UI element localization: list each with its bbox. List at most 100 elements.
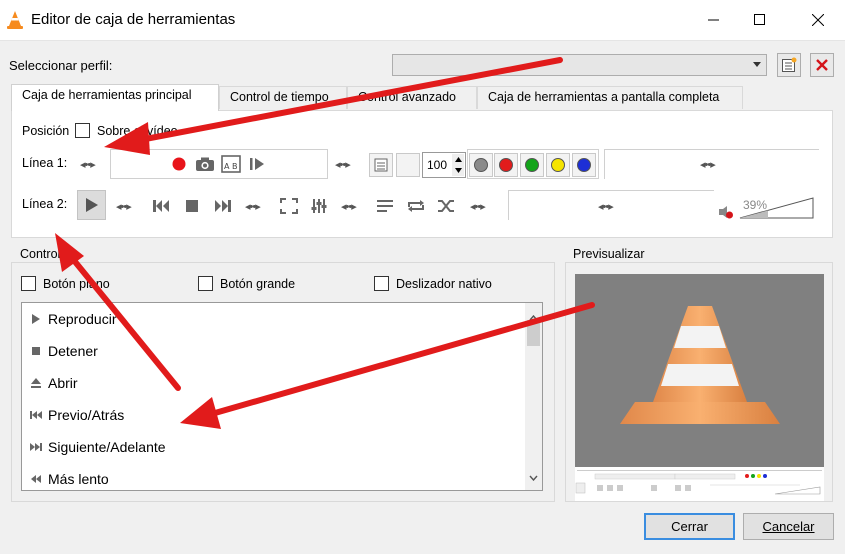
list-item[interactable]: Más lento [22,463,542,490]
next-icon [215,200,231,212]
vlc-cone-icon [620,306,780,424]
previous-button[interactable] [150,195,172,217]
green-dot-icon [525,158,539,172]
profile-label: Seleccionar perfil: [9,58,113,73]
list-item[interactable]: Detener [22,335,542,367]
line2-label: Línea 2: [22,197,68,211]
next-button[interactable] [212,195,234,217]
next-icon [22,442,48,452]
playlist-button[interactable] [374,195,396,217]
frame-step-icon [250,158,264,170]
frame-by-frame-button[interactable] [246,153,268,175]
record-button[interactable] [168,153,190,175]
preview-controls-bar [575,467,824,501]
slower-icon [22,474,48,484]
profile-list-icon [782,57,797,72]
spacer-icon: ◂••▸ [245,201,261,213]
list-item[interactable]: Abrir [22,367,542,399]
line1-label: Línea 1: [22,156,68,170]
position-label: Posición [22,124,70,138]
red-button[interactable] [494,153,518,177]
green-button[interactable] [520,153,544,177]
shuffle-button[interactable] [436,195,458,217]
spacer-icon: ◂••▸ [598,201,614,213]
controls-list[interactable]: Reproducir Detener Abrir Previo/Atrás Si… [21,302,543,491]
tab-time-control[interactable]: Control de tiempo [219,86,347,109]
loop-icon [408,200,424,212]
flat-button-checkbox[interactable] [21,276,36,291]
chevron-down-icon [753,62,761,67]
spacer-icon: ◂••▸ [80,159,96,171]
over-video-label: Sobre el vídeo [97,124,178,138]
flat-button-label: Botón plano [43,277,110,291]
grey-button[interactable] [469,153,493,177]
ab-loop-icon: A B [221,155,241,173]
equalizer-icon [311,199,327,213]
shuffle-icon [438,200,454,212]
native-slider-checkbox[interactable] [374,276,389,291]
yellow-dot-icon [551,158,565,172]
list-icon [377,200,393,212]
spacer-icon: ◂••▸ [700,159,716,171]
spin-up-icon[interactable] [452,154,464,165]
blank-button[interactable] [396,153,420,177]
controls-title: Controles [17,247,77,261]
preview-title: Previsualizar [570,247,648,261]
loop-button[interactable] [405,195,427,217]
grey-dot-icon [474,158,488,172]
native-slider-label: Deslizador nativo [396,277,492,291]
line1-toolbar-left [110,149,328,179]
new-profile-button[interactable] [777,53,801,77]
yellow-button[interactable] [546,153,570,177]
spacer-icon: ◂••▸ [341,201,357,213]
record-icon [172,157,186,171]
vlc-cone-icon [6,10,24,33]
delete-x-icon [816,59,828,71]
close-window-button[interactable] [795,0,841,40]
playlist-toggle-button[interactable] [369,153,393,177]
previous-icon [153,200,169,212]
preview-area [575,274,824,501]
minimize-icon [708,19,719,21]
delete-profile-button[interactable] [810,53,834,77]
svg-text:A B: A B [224,162,238,171]
blue-button[interactable] [572,153,596,177]
tab-advanced-control[interactable]: Control avanzado [347,86,477,109]
blue-dot-icon [577,158,591,172]
maximize-icon [754,14,765,25]
list-item[interactable]: Previo/Atrás [22,399,542,431]
extended-settings-button[interactable] [308,195,330,217]
eject-icon [22,377,48,389]
volume-percent: 39% [743,198,768,212]
over-video-checkbox[interactable] [75,123,90,138]
close-button[interactable]: Cerrar [644,513,735,540]
minimize-button[interactable] [691,0,737,40]
fullscreen-button[interactable] [278,195,300,217]
cancel-button[interactable]: Cancelar [743,513,834,540]
value-spinbox[interactable]: 100 [422,152,466,178]
scroll-thumb[interactable] [527,320,540,346]
mute-icon[interactable] [718,205,734,222]
tab-fullscreen-toolbar[interactable]: Caja de herramientas a pantalla completa [477,86,743,109]
spin-down-icon[interactable] [452,165,464,176]
play-button[interactable] [77,190,106,220]
play-icon [22,313,48,325]
previous-icon [22,410,48,420]
window-title: Editor de caja de herramientas [31,11,236,28]
camera-icon [196,157,214,171]
ab-loop-button[interactable]: A B [220,153,242,175]
tab-main-toolbar[interactable]: Caja de herramientas principal [11,84,219,111]
stop-button[interactable] [181,195,203,217]
maximize-button[interactable] [737,0,783,40]
list-item[interactable]: Siguiente/Adelante [22,431,542,463]
big-button-checkbox[interactable] [198,276,213,291]
snapshot-button[interactable] [194,153,216,175]
big-button-label: Botón grande [220,277,296,291]
stop-icon [22,346,48,356]
close-icon [812,14,824,26]
profile-select[interactable] [392,54,767,76]
list-scrollbar[interactable] [525,303,542,490]
spacer-icon: ◂••▸ [335,159,351,171]
list-item[interactable]: Reproducir [22,303,542,335]
scroll-down-icon[interactable] [529,469,538,484]
